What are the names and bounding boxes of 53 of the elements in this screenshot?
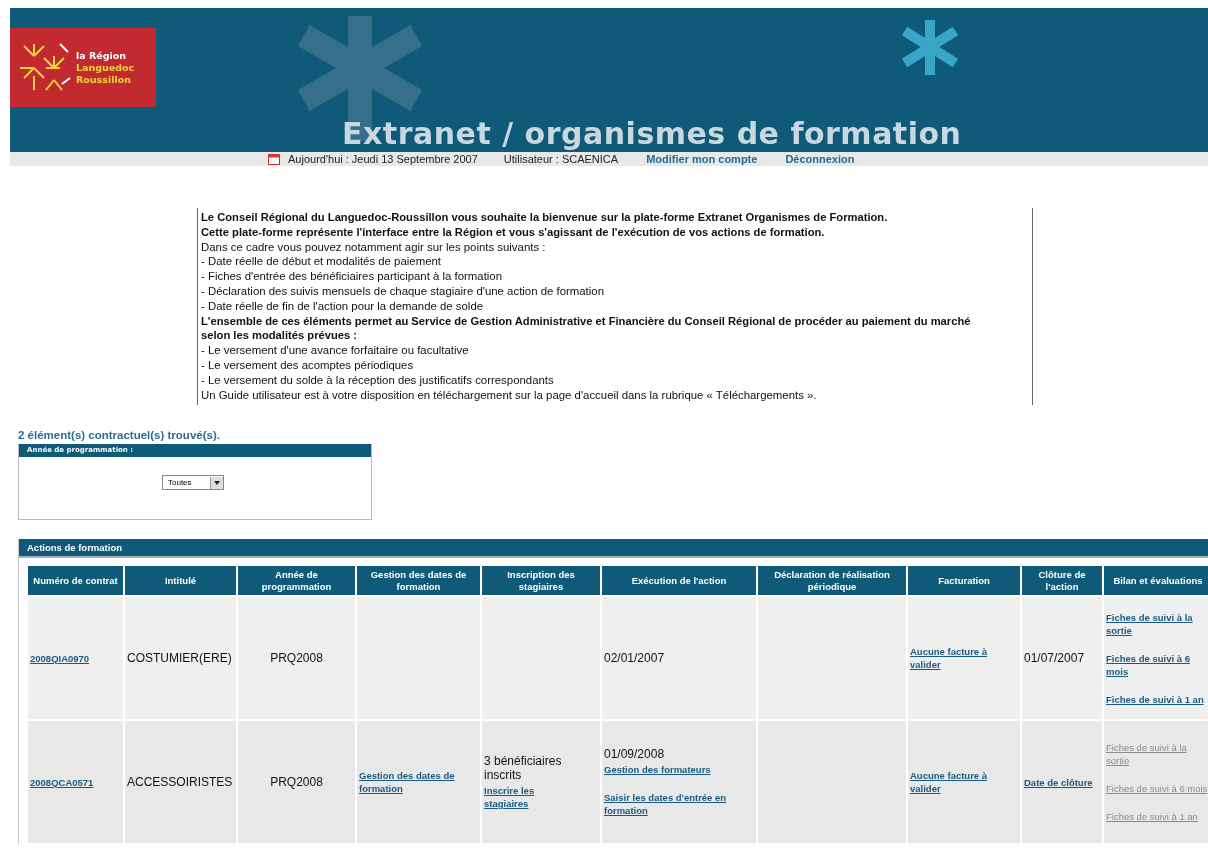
table-cell-text: PRQ2008 bbox=[269, 775, 324, 790]
table-link[interactable]: Gestion des formateurs bbox=[604, 763, 754, 777]
table-link[interactable]: Inscrire les stagiaires bbox=[484, 784, 564, 811]
table-cell-text: COSTUMIER(ERE) bbox=[127, 651, 233, 666]
table-link[interactable]: Fiches de suivi à la sortie bbox=[1106, 610, 1208, 637]
table-cell-text: 01/07/2007 bbox=[1024, 651, 1086, 666]
intro-paragraph: Un Guide utilisateur est à votre disposition en téléchargement sur la page d'accueil dans la rubrique « Téléchargements ». bbox=[201, 387, 818, 403]
site-title: Extranet / organismes de formation bbox=[342, 116, 962, 152]
logo-text: la Région bbox=[76, 49, 128, 62]
column-header: Intitulé bbox=[125, 566, 236, 596]
table-cell-text: 01/09/2008 bbox=[604, 747, 666, 762]
intro-paragraph: - Fiches d'entrée des bénéficiaires participant à la formation bbox=[201, 269, 504, 284]
table-link[interactable]: 2008QIA0970 bbox=[30, 651, 121, 665]
column-header: Inscription des stagiaires bbox=[482, 566, 600, 596]
column-header: Année de programmation bbox=[238, 566, 355, 596]
intro-paragraph: L'ensemble de ces éléments permet au Service de Gestion Administrative et Financière du Conseil Régional de procéder au paiement du marché selon les modalités prévues : bbox=[201, 313, 972, 344]
account-link[interactable]: Modifier mon compte bbox=[646, 153, 758, 165]
intro-paragraph: - Déclaration des suivis mensuels de chaque stagiaire d'une action de formation bbox=[201, 284, 605, 299]
intro-paragraph: - Le versement d'une avance forfaitaire ou facultative bbox=[201, 343, 470, 358]
column-header: Exécution de l'action bbox=[602, 566, 756, 596]
asterisk-drawing bbox=[900, 20, 960, 75]
intro-paragraph: Dans ce cadre vous pouvez notamment agir sur les points suivants : bbox=[201, 239, 547, 255]
logo-text: Languedoc bbox=[76, 61, 135, 74]
table-link[interactable]: Date de clôture bbox=[1024, 775, 1100, 789]
intro-paragraph: - Date réelle de fin de l'action pour la demande de solde bbox=[201, 298, 485, 314]
table-link[interactable]: Fiches de suivi à 1 an bbox=[1106, 692, 1208, 706]
intro-paragraph: - Date réelle de début et modalités de paiement bbox=[201, 254, 442, 270]
user-label: Utilisateur : SCAENICA bbox=[503, 153, 619, 165]
table-link[interactable]: Fiches de suivi à 6 mois bbox=[1106, 651, 1208, 678]
year-select[interactable]: Toutes bbox=[162, 475, 224, 491]
table-cell-text: 02/01/2007 bbox=[604, 651, 666, 666]
table-link[interactable]: Saisir les dates d'entrée en formation bbox=[604, 791, 754, 818]
calendar-icon bbox=[268, 153, 280, 165]
intro-paragraph: Cette plate-forme représente l'interface entre la Région et vous s'agissant de l'exécution de vos actions de formation. bbox=[201, 224, 826, 240]
account-link[interactable]: Déconnexion bbox=[785, 153, 855, 165]
section-title: Actions de formation bbox=[19, 539, 1208, 559]
intro-paragraph: Le Conseil Régional du Languedoc-Roussillon vous souhaite la bienvenue sur la plate-forme Extranet Organismes de Formation. bbox=[201, 210, 889, 225]
table-link[interactable]: 2008QCA0571 bbox=[30, 775, 121, 789]
table-cell-text: PRQ2008 bbox=[269, 651, 324, 666]
column-header: Déclaration de réalisation périodique bbox=[758, 566, 906, 596]
intro-paragraph: - Le versement du solde à la réception des justificatifs correspondants bbox=[201, 372, 555, 388]
current-date: Aujourd'hui : Jeudi 13 Septembre 2007 bbox=[288, 153, 478, 165]
column-header: Bilan et évaluations bbox=[1104, 566, 1208, 596]
column-header: Numéro de contrat bbox=[28, 566, 123, 596]
logo-text: Roussillon bbox=[76, 73, 132, 86]
column-header: Gestion des dates de formation bbox=[357, 566, 480, 596]
column-header: Clôture de l'action bbox=[1022, 566, 1102, 596]
result-count: 2 élément(s) contractuel(s) trouvé(s). bbox=[18, 429, 220, 442]
table-cell-text: ACCESSOIRISTES bbox=[127, 775, 234, 790]
column-header: Facturation bbox=[908, 566, 1020, 596]
intro-paragraph: - Le versement des acomptes périodiques bbox=[201, 357, 415, 373]
table-cell-text: 3 bénéficiaires inscrits bbox=[484, 754, 563, 783]
dropdown-arrow-icon bbox=[214, 480, 220, 485]
